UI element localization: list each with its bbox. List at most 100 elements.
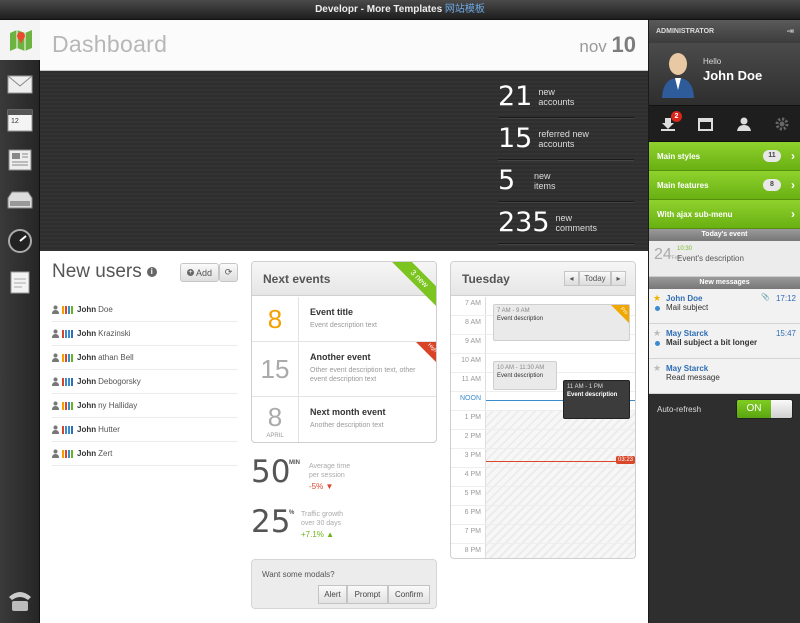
- modals-label: Want some modals?: [262, 570, 335, 579]
- nav-notes[interactable]: [4, 266, 36, 298]
- hour-label: 8 AM: [465, 319, 481, 326]
- menu-main-features[interactable]: Main features 8 ›: [649, 171, 800, 200]
- user-first-name: John: [77, 353, 97, 362]
- stat-new-accounts[interactable]: 21 new accounts: [498, 76, 634, 118]
- menu-main-styles[interactable]: Main styles 11 ›: [649, 142, 800, 171]
- user-profile: Hello John Doe: [649, 43, 800, 105]
- message-item[interactable]: ★ May Starck Read message: [649, 359, 800, 394]
- stat-new-comments[interactable]: 235 new comments: [498, 202, 634, 244]
- header-date: nov 10: [579, 32, 636, 58]
- hour-row[interactable]: 2 PM: [451, 430, 635, 449]
- event-item[interactable]: 8 APRIL Next month event Another descript…: [252, 397, 436, 442]
- header-day: 10: [611, 32, 636, 57]
- nav-calendar[interactable]: 12: [4, 104, 36, 136]
- message-item[interactable]: ★ May Starck Mail subject a bit longer 15:4…: [649, 324, 800, 359]
- hour-row[interactable]: 5 PM: [451, 487, 635, 506]
- add-user-button[interactable]: + Add: [180, 263, 219, 282]
- session-metric: 50 MIN Average time per session -5% ▼: [251, 454, 350, 491]
- nav-mail[interactable]: [4, 68, 36, 100]
- calendar-event[interactable]: 10 AM - 11:30 AM Event description: [493, 361, 557, 390]
- user-row[interactable]: John ny Halliday: [52, 394, 238, 418]
- user-row[interactable]: John Debogorsky: [52, 370, 238, 394]
- calendar-next-button[interactable]: ▸: [611, 271, 626, 286]
- message-time: 15:47: [775, 329, 796, 338]
- user-first-name: John: [77, 449, 97, 458]
- nav-dashboard[interactable]: [0, 20, 41, 60]
- stat-new-items[interactable]: 5 new items: [498, 160, 634, 202]
- calendar-event-selected[interactable]: 11 AM - 1 PM Event description: [563, 380, 630, 419]
- user-row[interactable]: John Krazinski: [52, 322, 238, 346]
- tab-settings[interactable]: [763, 106, 800, 142]
- nav-hardware[interactable]: [4, 184, 36, 216]
- event-day: 8: [252, 297, 299, 341]
- user-icon: [52, 449, 59, 458]
- user-rest-name: Hutter: [98, 425, 120, 434]
- tab-inbox[interactable]: 2: [649, 106, 686, 142]
- todays-event-time: 10:30: [677, 246, 693, 252]
- message-item[interactable]: ★ John Doe Mail subject 17:12 📎: [649, 289, 800, 324]
- page-title: Dashboard: [52, 31, 168, 57]
- message-sender: May Starck: [666, 329, 709, 338]
- speedometer-icon: [8, 229, 32, 253]
- hour-label: 7 AM: [465, 300, 481, 307]
- star-icon[interactable]: ★: [653, 293, 661, 304]
- calendar-prev-button[interactable]: ◂: [564, 271, 579, 286]
- menu-ajax-submenu[interactable]: With ajax sub-menu ›: [649, 200, 800, 229]
- event-item[interactable]: 15 Another event Other event description…: [252, 342, 436, 397]
- star-icon[interactable]: ★: [653, 328, 661, 339]
- calendar-event-time: 7 AM - 9 AM: [497, 308, 530, 314]
- user-row[interactable]: John Zert: [52, 442, 238, 466]
- info-icon[interactable]: i: [146, 267, 157, 277]
- todays-event[interactable]: 24Feb 10:30 Event's description: [649, 241, 800, 277]
- prompt-button[interactable]: Prompt: [347, 585, 388, 604]
- left-nav-rail: 12: [0, 20, 41, 623]
- calendar-today-button[interactable]: Today: [579, 271, 611, 286]
- calendar-event[interactable]: 7 AM - 9 AM Event description Pro: [493, 304, 630, 341]
- message-subject: Mail subject: [666, 303, 709, 312]
- user-icon: [52, 425, 59, 434]
- user-flag-icon: [62, 329, 74, 338]
- confirm-button[interactable]: Confirm: [388, 585, 430, 604]
- user-flag-icon: [62, 305, 74, 314]
- nav-speed[interactable]: [4, 225, 36, 257]
- hour-row[interactable]: 8 PM: [451, 544, 635, 558]
- user-row[interactable]: John Doe: [52, 298, 238, 322]
- alert-button[interactable]: Alert: [318, 585, 347, 604]
- event-item[interactable]: 8 Event title Event description text: [252, 297, 436, 342]
- user-row[interactable]: John Hutter: [52, 418, 238, 442]
- hour-row[interactable]: 7 PM: [451, 525, 635, 544]
- svg-text:12: 12: [11, 118, 19, 125]
- plus-icon: +: [186, 269, 194, 276]
- stat-value: 5: [498, 165, 516, 196]
- nav-support[interactable]: [4, 585, 36, 617]
- hour-row[interactable]: 6 PM: [451, 506, 635, 525]
- calendar-icon: [698, 118, 713, 131]
- logout-icon[interactable]: ⇥: [786, 20, 794, 43]
- hour-label: 11 AM: [461, 376, 481, 383]
- user-rest-name: Doe: [98, 305, 113, 314]
- calendar-day-title: Tuesday: [462, 272, 510, 286]
- message-sender: May Starck: [666, 364, 709, 373]
- user-first-name: John: [77, 305, 97, 314]
- tab-calendar[interactable]: [687, 106, 724, 142]
- greeting: Hello: [703, 57, 722, 66]
- avatar[interactable]: [659, 50, 697, 98]
- stat-referred-accounts[interactable]: 15 referred new accounts: [498, 118, 634, 160]
- refresh-users-button[interactable]: ⟳: [219, 263, 238, 282]
- star-icon[interactable]: ★: [653, 363, 661, 374]
- hour-label: 10 AM: [461, 357, 481, 364]
- hour-label: 6 PM: [464, 509, 481, 516]
- hour-row[interactable]: 3 PM: [451, 449, 635, 468]
- user-icon: [52, 353, 59, 362]
- hour-label: NOON: [460, 395, 481, 402]
- hour-row[interactable]: 4 PM: [451, 468, 635, 487]
- user-rest-name: Krazinski: [98, 329, 131, 338]
- tab-profile[interactable]: [725, 106, 762, 142]
- user-flag-icon: [62, 401, 74, 410]
- autorefresh-toggle[interactable]: ON: [736, 399, 793, 419]
- traffic-metric: 25 % Traffic growth over 30 days +7.1% ▲: [251, 504, 343, 540]
- menu-label: Main features: [657, 181, 709, 190]
- nav-news[interactable]: [4, 144, 36, 176]
- new-users-panel: New users i + Add ⟳ John Doe John Krazinski…: [52, 261, 238, 466]
- user-row[interactable]: John athan Bell: [52, 346, 238, 370]
